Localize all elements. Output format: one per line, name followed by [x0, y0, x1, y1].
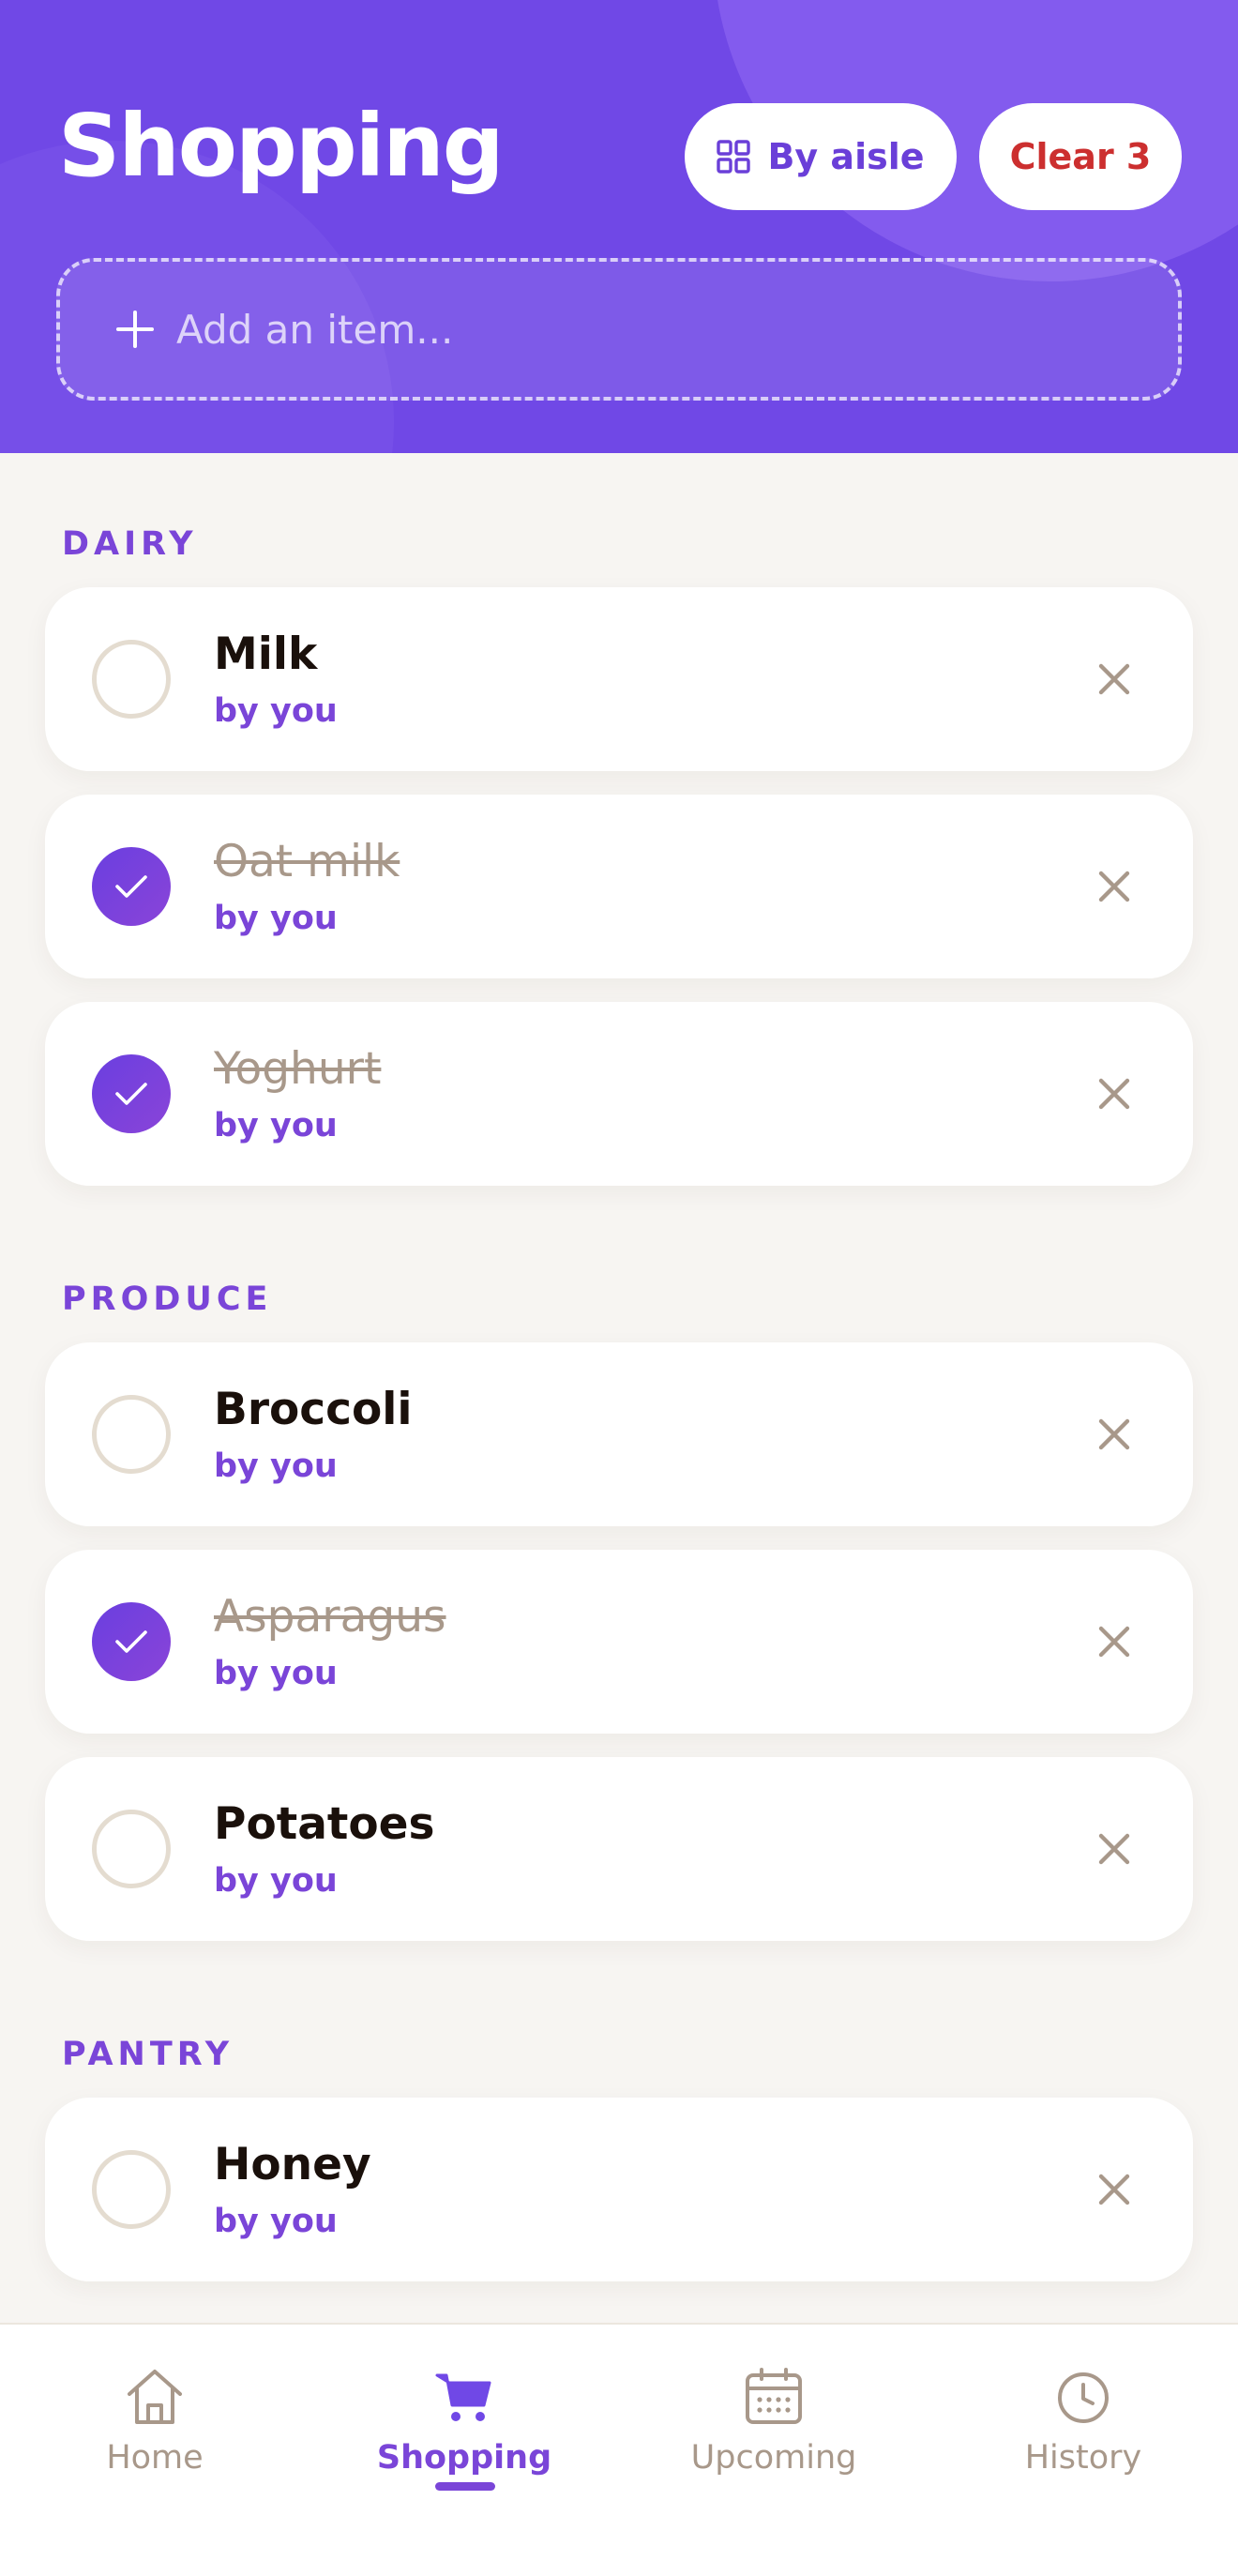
item-checkbox-checked[interactable] — [92, 847, 171, 926]
item-checkbox[interactable] — [92, 640, 171, 719]
item-name: Broccoli — [214, 1384, 413, 1435]
list-item[interactable]: Yoghurt by you — [45, 1002, 1193, 1186]
page-title: Shopping — [58, 96, 505, 196]
item-name: Potatoes — [214, 1798, 435, 1850]
add-item-field[interactable] — [56, 258, 1182, 401]
calendar-icon — [746, 2368, 802, 2424]
close-icon[interactable] — [1095, 2171, 1133, 2208]
list-item[interactable]: Asparagus by you — [45, 1550, 1193, 1734]
item-checkbox[interactable] — [92, 2150, 171, 2229]
check-icon — [115, 1630, 147, 1653]
clear-button[interactable]: Clear 3 — [979, 103, 1182, 210]
list-item[interactable]: Milk by you — [45, 587, 1193, 771]
check-icon — [115, 1083, 147, 1105]
cart-icon — [435, 2373, 491, 2421]
close-icon[interactable] — [1095, 1075, 1133, 1113]
item-name: Honey — [214, 2139, 371, 2190]
nav-label: Home — [106, 2439, 204, 2477]
close-icon[interactable] — [1095, 660, 1133, 698]
nav-item-shopping[interactable]: Shopping — [310, 2366, 619, 2516]
list-item[interactable]: Oat milk by you — [45, 795, 1193, 978]
close-icon[interactable] — [1095, 1416, 1133, 1453]
item-added-by: by you — [214, 2203, 338, 2240]
item-checkbox[interactable] — [92, 1810, 171, 1888]
item-name: Yoghurt — [214, 1043, 382, 1095]
item-added-by: by you — [214, 692, 338, 730]
bottom-nav: Home Shopping Upcoming History — [0, 2323, 1238, 2576]
home-icon — [128, 2370, 182, 2424]
list-item[interactable]: Honey by you — [45, 2098, 1193, 2281]
by-aisle-label: By aisle — [767, 136, 925, 177]
nav-item-upcoming[interactable]: Upcoming — [619, 2366, 928, 2516]
item-name: Milk — [214, 629, 318, 680]
item-checkbox-checked[interactable] — [92, 1602, 171, 1681]
item-name: Oat milk — [214, 836, 400, 887]
clear-label: Clear 3 — [1009, 136, 1152, 177]
close-icon[interactable] — [1095, 868, 1133, 905]
check-icon — [115, 875, 147, 898]
nav-label: Upcoming — [690, 2439, 857, 2477]
item-added-by: by you — [214, 1107, 338, 1144]
by-aisle-button[interactable]: By aisle — [685, 103, 957, 210]
item-added-by: by you — [214, 1655, 338, 1692]
nav-label: History — [1024, 2439, 1142, 2477]
close-icon[interactable] — [1095, 1830, 1133, 1868]
shopping-screen: Shopping By aisle Clear 3 DAIRY Milk by … — [0, 0, 1238, 2576]
item-added-by: by you — [214, 1447, 338, 1485]
active-tab-indicator — [435, 2482, 495, 2491]
item-name: Asparagus — [214, 1591, 446, 1643]
nav-item-history[interactable]: History — [928, 2366, 1238, 2516]
plus-icon — [114, 309, 156, 350]
item-checkbox-checked[interactable] — [92, 1054, 171, 1133]
clock-icon — [1058, 2372, 1109, 2423]
close-icon[interactable] — [1095, 1623, 1133, 1660]
nav-label: Shopping — [376, 2439, 552, 2477]
item-checkbox[interactable] — [92, 1395, 171, 1474]
item-added-by: by you — [214, 900, 338, 937]
section-label-dairy: DAIRY — [62, 525, 198, 563]
section-label-produce: PRODUCE — [62, 1280, 273, 1318]
grid-icon — [717, 140, 751, 174]
list-item[interactable]: Potatoes by you — [45, 1757, 1193, 1941]
nav-item-home[interactable]: Home — [0, 2366, 310, 2516]
header: Shopping By aisle Clear 3 — [0, 0, 1238, 453]
item-added-by: by you — [214, 1862, 338, 1900]
add-item-input[interactable] — [176, 306, 1020, 353]
section-label-pantry: PANTRY — [62, 2036, 234, 2073]
list-item[interactable]: Broccoli by you — [45, 1342, 1193, 1526]
